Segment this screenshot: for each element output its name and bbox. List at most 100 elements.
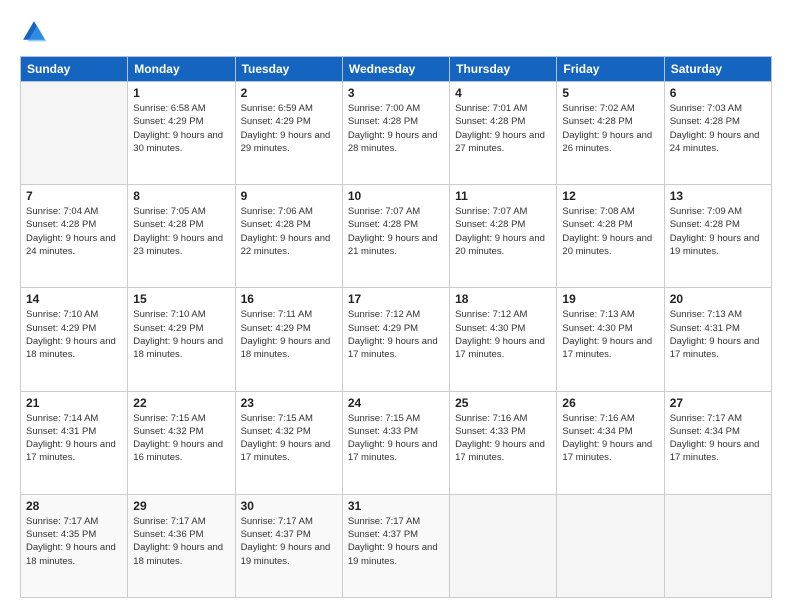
day-detail: Sunrise: 7:17 AMSunset: 4:37 PMDaylight:… xyxy=(348,515,444,568)
calendar-cell: 6 Sunrise: 7:03 AMSunset: 4:28 PMDaylight… xyxy=(664,82,771,185)
day-number: 12 xyxy=(562,189,658,203)
day-number: 19 xyxy=(562,292,658,306)
calendar-cell: 30Sunrise: 7:17 AMSunset: 4:37 PMDayligh… xyxy=(235,494,342,597)
calendar-cell: 25 Sunrise: 7:16 AMSunset: 4:33 PMDayligh… xyxy=(450,391,557,494)
day-detail: Sunrise: 7:02 AMSunset: 4:28 PMDaylight:… xyxy=(562,102,658,155)
day-detail: Sunrise: 7:07 AMSunset: 4:28 PMDaylight:… xyxy=(455,205,551,258)
day-number: 22 xyxy=(133,396,229,410)
weekday-header: Thursday xyxy=(450,57,557,82)
day-number: 16 xyxy=(241,292,337,306)
calendar-week-row: 21 Sunrise: 7:14 AMSunset: 4:31 PMDayligh… xyxy=(21,391,772,494)
day-number: 2 xyxy=(241,86,337,100)
calendar-cell: 31Sunrise: 7:17 AMSunset: 4:37 PMDayligh… xyxy=(342,494,449,597)
day-number: 26 xyxy=(562,396,658,410)
calendar-cell: 28 Sunrise: 7:17 AMSunset: 4:35 PMDayligh… xyxy=(21,494,128,597)
calendar-cell: 22 Sunrise: 7:15 AMSunset: 4:32 PMDayligh… xyxy=(128,391,235,494)
calendar-cell: 23 Sunrise: 7:15 AMSunset: 4:32 PMDayligh… xyxy=(235,391,342,494)
day-number: 4 xyxy=(455,86,551,100)
weekday-header: Wednesday xyxy=(342,57,449,82)
day-detail: Sunrise: 7:10 AMSunset: 4:29 PMDaylight:… xyxy=(26,308,122,361)
calendar-cell: 15Sunrise: 7:10 AMSunset: 4:29 PMDayligh… xyxy=(128,288,235,391)
day-detail: Sunrise: 7:16 AMSunset: 4:34 PMDaylight:… xyxy=(562,412,658,465)
header xyxy=(20,18,772,46)
day-detail: Sunrise: 7:00 AMSunset: 4:28 PMDaylight:… xyxy=(348,102,444,155)
day-number: 3 xyxy=(348,86,444,100)
calendar-cell: 1 Sunrise: 6:58 AMSunset: 4:29 PMDaylight… xyxy=(128,82,235,185)
calendar-cell: 14 Sunrise: 7:10 AMSunset: 4:29 PMDayligh… xyxy=(21,288,128,391)
calendar-cell: 20Sunrise: 7:13 AMSunset: 4:31 PMDayligh… xyxy=(664,288,771,391)
weekday-header: Saturday xyxy=(664,57,771,82)
day-detail: Sunrise: 6:58 AMSunset: 4:29 PMDaylight:… xyxy=(133,102,229,155)
day-detail: Sunrise: 7:06 AMSunset: 4:28 PMDaylight:… xyxy=(241,205,337,258)
weekday-header: Sunday xyxy=(21,57,128,82)
calendar-cell: 9 Sunrise: 7:06 AMSunset: 4:28 PMDaylight… xyxy=(235,185,342,288)
day-detail: Sunrise: 7:15 AMSunset: 4:33 PMDaylight:… xyxy=(348,412,444,465)
day-detail: Sunrise: 7:17 AMSunset: 4:37 PMDaylight:… xyxy=(241,515,337,568)
day-detail: Sunrise: 7:15 AMSunset: 4:32 PMDaylight:… xyxy=(241,412,337,465)
logo-icon xyxy=(20,18,48,46)
day-number: 5 xyxy=(562,86,658,100)
day-number: 27 xyxy=(670,396,766,410)
calendar-cell: 16 Sunrise: 7:11 AMSunset: 4:29 PMDayligh… xyxy=(235,288,342,391)
day-number: 13 xyxy=(670,189,766,203)
calendar-cell: 8Sunrise: 7:05 AMSunset: 4:28 PMDaylight… xyxy=(128,185,235,288)
day-detail: Sunrise: 7:05 AMSunset: 4:28 PMDaylight:… xyxy=(133,205,229,258)
day-detail: Sunrise: 7:07 AMSunset: 4:28 PMDaylight:… xyxy=(348,205,444,258)
day-number: 29 xyxy=(133,499,229,513)
day-number: 20 xyxy=(670,292,766,306)
day-detail: Sunrise: 7:09 AMSunset: 4:28 PMDaylight:… xyxy=(670,205,766,258)
day-detail: Sunrise: 6:59 AMSunset: 4:29 PMDaylight:… xyxy=(241,102,337,155)
day-detail: Sunrise: 7:08 AMSunset: 4:28 PMDaylight:… xyxy=(562,205,658,258)
calendar-cell: 18 Sunrise: 7:12 AMSunset: 4:30 PMDayligh… xyxy=(450,288,557,391)
day-number: 21 xyxy=(26,396,122,410)
day-detail: Sunrise: 7:04 AMSunset: 4:28 PMDaylight:… xyxy=(26,205,122,258)
calendar-cell xyxy=(557,494,664,597)
day-number: 1 xyxy=(133,86,229,100)
day-number: 9 xyxy=(241,189,337,203)
calendar-cell: 5 Sunrise: 7:02 AMSunset: 4:28 PMDaylight… xyxy=(557,82,664,185)
calendar-cell xyxy=(450,494,557,597)
day-detail: Sunrise: 7:16 AMSunset: 4:33 PMDaylight:… xyxy=(455,412,551,465)
day-number: 17 xyxy=(348,292,444,306)
day-number: 6 xyxy=(670,86,766,100)
day-detail: Sunrise: 7:17 AMSunset: 4:36 PMDaylight:… xyxy=(133,515,229,568)
day-number: 28 xyxy=(26,499,122,513)
day-number: 10 xyxy=(348,189,444,203)
calendar-cell: 24 Sunrise: 7:15 AMSunset: 4:33 PMDayligh… xyxy=(342,391,449,494)
calendar-cell: 11 Sunrise: 7:07 AMSunset: 4:28 PMDayligh… xyxy=(450,185,557,288)
calendar-cell: 4 Sunrise: 7:01 AMSunset: 4:28 PMDaylight… xyxy=(450,82,557,185)
calendar-cell xyxy=(21,82,128,185)
calendar-cell: 2 Sunrise: 6:59 AMSunset: 4:29 PMDaylight… xyxy=(235,82,342,185)
day-detail: Sunrise: 7:12 AMSunset: 4:29 PMDaylight:… xyxy=(348,308,444,361)
page: SundayMondayTuesdayWednesdayThursdayFrid… xyxy=(0,0,792,612)
day-number: 11 xyxy=(455,189,551,203)
day-detail: Sunrise: 7:10 AMSunset: 4:29 PMDaylight:… xyxy=(133,308,229,361)
calendar-cell xyxy=(664,494,771,597)
day-number: 23 xyxy=(241,396,337,410)
day-detail: Sunrise: 7:17 AMSunset: 4:35 PMDaylight:… xyxy=(26,515,122,568)
day-number: 18 xyxy=(455,292,551,306)
weekday-header: Monday xyxy=(128,57,235,82)
calendar-week-row: 7Sunrise: 7:04 AMSunset: 4:28 PMDaylight… xyxy=(21,185,772,288)
calendar-cell: 27 Sunrise: 7:17 AMSunset: 4:34 PMDayligh… xyxy=(664,391,771,494)
weekday-header: Tuesday xyxy=(235,57,342,82)
calendar-week-row: 28 Sunrise: 7:17 AMSunset: 4:35 PMDayligh… xyxy=(21,494,772,597)
calendar-week-row: 1 Sunrise: 6:58 AMSunset: 4:29 PMDaylight… xyxy=(21,82,772,185)
calendar-cell: 17 Sunrise: 7:12 AMSunset: 4:29 PMDayligh… xyxy=(342,288,449,391)
logo xyxy=(20,18,52,46)
day-detail: Sunrise: 7:17 AMSunset: 4:34 PMDaylight:… xyxy=(670,412,766,465)
day-number: 24 xyxy=(348,396,444,410)
calendar-cell: 3 Sunrise: 7:00 AMSunset: 4:28 PMDaylight… xyxy=(342,82,449,185)
calendar-cell: 13 Sunrise: 7:09 AMSunset: 4:28 PMDayligh… xyxy=(664,185,771,288)
day-detail: Sunrise: 7:14 AMSunset: 4:31 PMDaylight:… xyxy=(26,412,122,465)
day-detail: Sunrise: 7:01 AMSunset: 4:28 PMDaylight:… xyxy=(455,102,551,155)
day-detail: Sunrise: 7:03 AMSunset: 4:28 PMDaylight:… xyxy=(670,102,766,155)
calendar-cell: 21 Sunrise: 7:14 AMSunset: 4:31 PMDayligh… xyxy=(21,391,128,494)
day-detail: Sunrise: 7:12 AMSunset: 4:30 PMDaylight:… xyxy=(455,308,551,361)
day-number: 14 xyxy=(26,292,122,306)
day-detail: Sunrise: 7:11 AMSunset: 4:29 PMDaylight:… xyxy=(241,308,337,361)
calendar-week-row: 14 Sunrise: 7:10 AMSunset: 4:29 PMDayligh… xyxy=(21,288,772,391)
day-detail: Sunrise: 7:15 AMSunset: 4:32 PMDaylight:… xyxy=(133,412,229,465)
calendar-table: SundayMondayTuesdayWednesdayThursdayFrid… xyxy=(20,56,772,598)
day-number: 25 xyxy=(455,396,551,410)
